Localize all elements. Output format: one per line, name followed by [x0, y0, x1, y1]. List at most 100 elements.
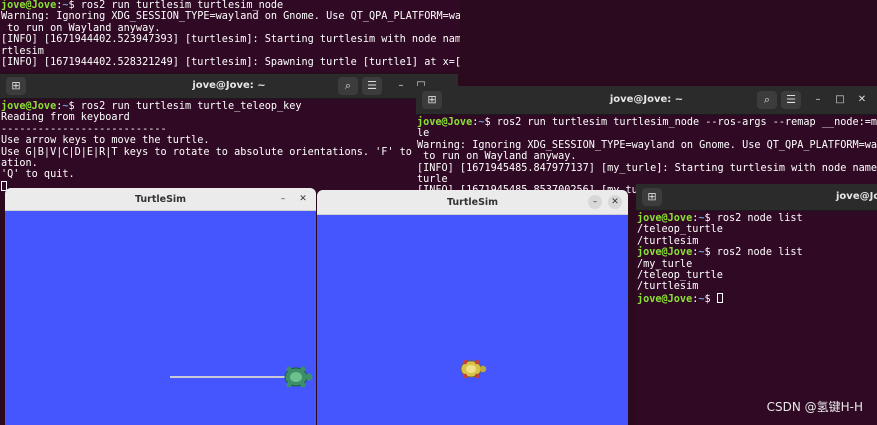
- maximize-icon[interactable]: □: [833, 93, 847, 107]
- output-text: ation.: [1, 158, 38, 170]
- new-tab-icon[interactable]: ⊞: [422, 91, 442, 109]
- window-titlebar[interactable]: TurtleSim – ✕: [5, 188, 316, 211]
- terminal-turtlesim-node[interactable]: jove@Jove:~$ ros2 run turtlesim turtlesi…: [0, 0, 460, 72]
- output-text: Reading from keyboard: [1, 112, 130, 124]
- output-text: /turtlesim: [637, 235, 699, 247]
- terminal-output: jove@Jove:~$ ros2 node list/teleop_turtl…: [636, 212, 804, 305]
- window-title: jove@Jove: ~: [609, 94, 684, 106]
- command-text: $: [704, 293, 717, 305]
- terminal-line: [INFO] [1671944402.523947393] [turtlesim…: [1, 34, 460, 46]
- watermark: CSDN @氢键H-H: [766, 400, 863, 414]
- command-text: $ ros2 node list: [704, 213, 803, 224]
- output-text: le: [417, 128, 430, 140]
- terminal-line: Use arrow keys to move the turtle.: [1, 135, 458, 146]
- terminal-line: /teleop_turtle: [637, 270, 803, 281]
- output-text: Use G|B|V|C|D|E|R|T keys to rotate to ab…: [1, 146, 458, 158]
- command-text: $ ros2 run turtlesim turtlesim_node --ro…: [484, 117, 877, 128]
- output-text: rtlesim: [1, 45, 44, 57]
- terminal-line: jove@Jove:~$ ros2 node list: [637, 213, 803, 224]
- close-icon[interactable]: ✕: [608, 195, 622, 209]
- terminal-line: 'Q' to quit.: [1, 169, 458, 180]
- window-titlebar[interactable]: ⊞ jove@Jove: ~ ⌕ ☰ – □ ✕: [416, 86, 877, 115]
- terminal-line: rtlesim: [1, 46, 459, 57]
- output-text: /turtlesim: [637, 281, 699, 293]
- terminal-line: ---------------------------: [1, 124, 458, 135]
- terminal-line: jove@Jove:~$ ros2 node list: [637, 247, 803, 259]
- text-cursor: [716, 292, 723, 303]
- turtle-icon: [460, 359, 487, 379]
- command-text: $ ros2 node list: [704, 247, 803, 259]
- turtle-canvas-svg: [460, 359, 487, 379]
- prompt-user: jove@Jove: [1, 101, 57, 112]
- turtle-icon: [284, 366, 313, 388]
- terminal-line: to run on Wayland anyway.: [417, 151, 877, 162]
- prompt-user: jove@Jove: [637, 213, 693, 224]
- window-title: jove@Jove: ~: [836, 191, 877, 203]
- terminal-line: [INFO] [1671944402.528321249] [turtlesim…: [1, 57, 460, 69]
- output-text: [INFO] [1671945485.847977137] [my_turle]…: [417, 162, 877, 174]
- output-text: turle: [417, 174, 448, 186]
- terminal-line: to run on Wayland anyway.: [1, 23, 459, 34]
- output-text: [INFO] [1671944402.523947393] [turtlesim…: [1, 34, 460, 46]
- terminal-line: /my_turle: [637, 259, 803, 270]
- terminal-line: jove@Jove:~$ ros2 run turtlesim turtlesi…: [417, 117, 877, 128]
- output-text: to run on Wayland anyway.: [1, 22, 161, 34]
- terminal-line: jove@Jove:~$ ros2 run turtlesim turtle_t…: [1, 101, 302, 112]
- window-title: TurtleSim: [446, 196, 499, 208]
- output-text: to run on Wayland anyway.: [417, 151, 577, 163]
- prompt-user: jove@Jove: [637, 247, 693, 259]
- new-tab-icon[interactable]: ⊞: [642, 188, 662, 206]
- output-text: 'Q' to quit.: [1, 169, 75, 181]
- terminal-node-list[interactable]: ⊞ jove@Jove: ~ jove@Jove:~$ ros2 node li…: [636, 184, 877, 425]
- window-titlebar[interactable]: ⊞ jove@Jove: ~: [636, 184, 877, 211]
- window-titlebar[interactable]: ⊞ jove@Jove: ~ ⌕ ☰ – □: [0, 74, 458, 99]
- terminal-line: jove@Jove:~$ ros2 run turtlesim turtlesi…: [1, 0, 284, 11]
- output-text: ---------------------------: [1, 123, 167, 135]
- menu-icon[interactable]: ☰: [362, 77, 382, 95]
- terminal-line: Reading from keyboard: [1, 112, 458, 123]
- window-titlebar[interactable]: TurtleSim – ✕: [317, 190, 628, 215]
- output-text: /teleop_turtle: [637, 270, 723, 282]
- minimize-icon[interactable]: –: [588, 195, 602, 209]
- turtlesim-canvas: [5, 211, 316, 425]
- search-icon[interactable]: ⌕: [757, 91, 777, 109]
- minimize-icon[interactable]: –: [811, 93, 825, 107]
- terminal-line: Use G|B|V|C|D|E|R|T keys to rotate to ab…: [1, 147, 458, 158]
- new-tab-icon[interactable]: ⊞: [6, 77, 26, 95]
- output-text: Use arrow keys to move the turtle.: [1, 135, 210, 147]
- terminal-line: Warning: Ignoring XDG_SESSION_TYPE=wayla…: [417, 140, 877, 151]
- close-icon[interactable]: ✕: [855, 93, 869, 107]
- terminal-output: jove@Jove:~$ ros2 run turtlesim turtlesi…: [0, 0, 460, 68]
- minimize-icon[interactable]: –: [394, 79, 408, 93]
- terminal-line: jove@Jove:~$: [637, 292, 803, 305]
- command-text: $ ros2 run turtlesim turtlesim_node: [68, 0, 284, 11]
- output-text: Warning: Ignoring XDG_SESSION_TYPE=wayla…: [417, 139, 877, 151]
- output-text: /teleop_turtle: [637, 224, 723, 236]
- search-icon[interactable]: ⌕: [338, 77, 358, 95]
- terminal-output: jove@Jove:~$ ros2 run turtlesim turtle_t…: [0, 100, 458, 193]
- terminal-line: /turtlesim: [637, 236, 803, 247]
- minimize-icon[interactable]: –: [276, 192, 290, 206]
- window-title: TurtleSim: [134, 193, 187, 205]
- terminal-line: ation.: [1, 158, 458, 169]
- prompt-user: jove@Jove: [637, 293, 693, 305]
- prompt-user: jove@Jove: [417, 117, 473, 128]
- turtlesim-window-right[interactable]: TurtleSim – ✕: [317, 190, 628, 425]
- terminal-line: /turtlesim: [637, 281, 803, 292]
- prompt-user: jove@Jove: [1, 0, 57, 11]
- terminal-line: Warning: Ignoring XDG_SESSION_TYPE=wayla…: [1, 11, 460, 23]
- terminal-teleop[interactable]: ⊞ jove@Jove: ~ ⌕ ☰ – □ jove@Jove:~$ ros2…: [0, 74, 458, 194]
- terminal-remap[interactable]: ⊞ jove@Jove: ~ ⌕ ☰ – □ ✕ jove@Jove:~$ ro…: [416, 86, 877, 196]
- close-icon[interactable]: ✕: [296, 192, 310, 206]
- turtle-canvas-svg: [170, 366, 313, 388]
- output-text: [INFO] [1671944402.528321249] [turtlesim…: [1, 57, 460, 69]
- menu-icon[interactable]: ☰: [781, 91, 801, 109]
- turtlesim-window-left[interactable]: TurtleSim – ✕: [5, 188, 316, 425]
- window-title: jove@Jove: ~: [192, 80, 266, 92]
- output-text: Warning: Ignoring XDG_SESSION_TYPE=wayla…: [1, 11, 460, 23]
- turtlesim-canvas: [317, 215, 628, 425]
- terminal-line: le: [417, 128, 877, 139]
- terminal-line: [INFO] [1671945485.847977137] [my_turle]…: [417, 163, 877, 174]
- output-text: /my_turle: [637, 258, 693, 270]
- command-text: $ ros2 run turtlesim turtle_teleop_key: [68, 101, 302, 112]
